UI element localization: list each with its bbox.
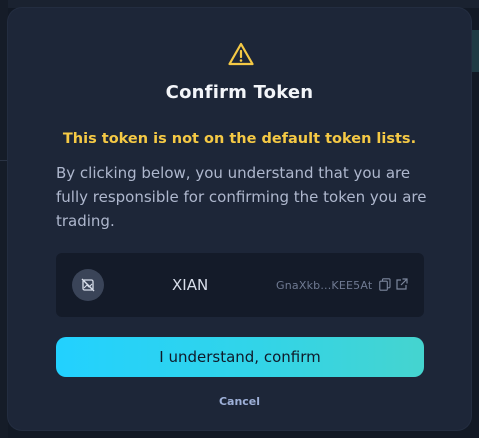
background-right-block <box>470 30 479 72</box>
copy-icon[interactable] <box>379 278 391 291</box>
token-info-card: XIAN GnaXkb...KEE5At <box>56 253 424 317</box>
confirm-button[interactable]: I understand, confirm <box>56 337 424 377</box>
token-avatar <box>72 269 104 301</box>
background-header <box>0 0 479 8</box>
no-image-icon <box>81 278 95 292</box>
warning-triangle-icon <box>228 42 254 66</box>
background-left-panel <box>0 0 8 438</box>
background-divider <box>0 160 8 161</box>
modal-title: Confirm Token <box>165 82 314 103</box>
external-link-icon[interactable] <box>395 278 408 291</box>
token-address: GnaXkb...KEE5At <box>276 279 373 292</box>
modal-description: By clicking below, you understand that y… <box>56 164 427 230</box>
token-warning-text: This token is not on the default token l… <box>62 131 417 147</box>
cancel-button[interactable]: Cancel <box>0 395 479 408</box>
token-symbol: XIAN <box>172 276 209 294</box>
